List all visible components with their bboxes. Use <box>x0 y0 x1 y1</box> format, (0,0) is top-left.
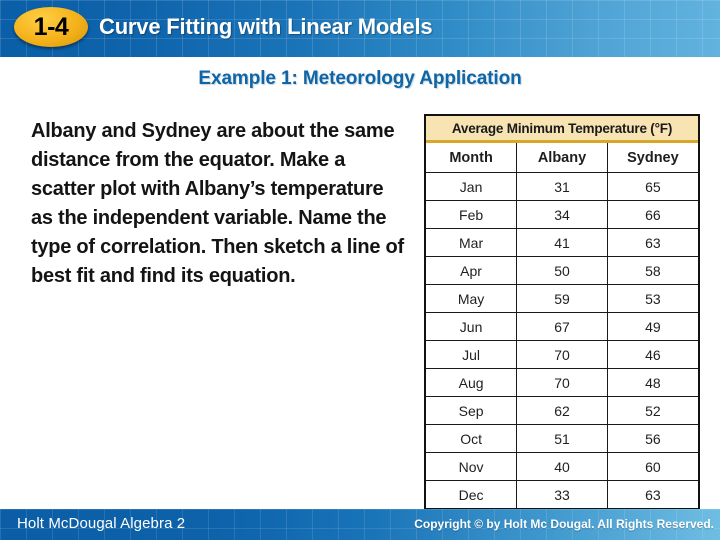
cell-sydney: 60 <box>606 452 698 481</box>
cell-sydney: 56 <box>606 424 698 453</box>
cell-month: Jun <box>426 312 518 341</box>
cell-month: Aug <box>426 368 518 397</box>
table-row: Sep 62 52 <box>426 396 698 425</box>
table-body: Jan 31 65 Feb 34 66 Mar 41 63 Apr 50 58 May 59 53 Jun 67… <box>426 172 698 508</box>
cell-month: Feb <box>426 200 518 229</box>
cell-sydney: 63 <box>606 480 698 508</box>
table-row: Oct 51 56 <box>426 424 698 453</box>
lesson-number-label: 1-4 <box>33 12 69 41</box>
cell-sydney: 66 <box>606 200 698 229</box>
cell-albany: 70 <box>516 368 608 397</box>
cell-albany: 70 <box>516 340 608 369</box>
column-header-month: Month <box>426 143 518 173</box>
cell-sydney: 65 <box>606 172 698 201</box>
cell-month: Jan <box>426 172 518 201</box>
cell-albany: 62 <box>516 396 608 425</box>
table-header-row-group: Month Albany Sydney <box>426 143 698 173</box>
cell-albany: 31 <box>516 172 608 201</box>
cell-sydney: 53 <box>606 284 698 313</box>
lesson-number-badge: 1-4 <box>14 7 88 47</box>
slide-footer: Holt McDougal Algebra 2 Copyright © by H… <box>0 509 720 540</box>
cell-month: Apr <box>426 256 518 285</box>
cell-albany: 51 <box>516 424 608 453</box>
temperature-table: Average Minimum Temperature (°F) Month A… <box>426 116 698 508</box>
cell-sydney: 63 <box>606 228 698 257</box>
table-row: Aug 70 48 <box>426 368 698 397</box>
cell-month: Sep <box>426 396 518 425</box>
table-row: May 59 53 <box>426 284 698 313</box>
cell-month: Jul <box>426 340 518 369</box>
column-header-albany: Albany <box>516 143 608 173</box>
cell-month: Nov <box>426 452 518 481</box>
table-row: Mar 41 63 <box>426 228 698 257</box>
table-row: Nov 40 60 <box>426 452 698 481</box>
cell-sydney: 49 <box>606 312 698 341</box>
table-row: Jun 67 49 <box>426 312 698 341</box>
page-title: Curve Fitting with Linear Models <box>99 14 433 39</box>
table-row: Feb 34 66 <box>426 200 698 229</box>
cell-albany: 33 <box>516 480 608 508</box>
cell-month: Oct <box>426 424 518 453</box>
table-caption: Average Minimum Temperature (°F) <box>426 116 698 143</box>
slide-header: 1-4 Curve Fitting with Linear Models <box>0 0 720 57</box>
cell-month: Mar <box>426 228 518 257</box>
example-subtitle: Example 1: Meteorology Application <box>198 68 522 89</box>
cell-albany: 40 <box>516 452 608 481</box>
cell-albany: 59 <box>516 284 608 313</box>
cell-sydney: 52 <box>606 396 698 425</box>
table-header-row: Month Albany Sydney <box>426 143 698 173</box>
cell-albany: 34 <box>516 200 608 229</box>
cell-month: May <box>426 284 518 313</box>
temperature-table-container: Average Minimum Temperature (°F) Month A… <box>424 114 700 510</box>
problem-statement: Albany and Sydney are about the same dis… <box>31 120 404 287</box>
table-row: Dec 33 63 <box>426 480 698 508</box>
cell-month: Dec <box>426 480 518 508</box>
cell-sydney: 48 <box>606 368 698 397</box>
cell-albany: 67 <box>516 312 608 341</box>
cell-albany: 50 <box>516 256 608 285</box>
footer-copyright: Copyright © by Holt Mc Dougal. All Right… <box>414 517 714 531</box>
footer-book-title: Holt McDougal Algebra 2 <box>17 515 186 532</box>
cell-sydney: 46 <box>606 340 698 369</box>
table-row: Apr 50 58 <box>426 256 698 285</box>
cell-albany: 41 <box>516 228 608 257</box>
table-row: Jul 70 46 <box>426 340 698 369</box>
column-header-sydney: Sydney <box>606 143 698 173</box>
cell-sydney: 58 <box>606 256 698 285</box>
table-row: Jan 31 65 <box>426 172 698 201</box>
